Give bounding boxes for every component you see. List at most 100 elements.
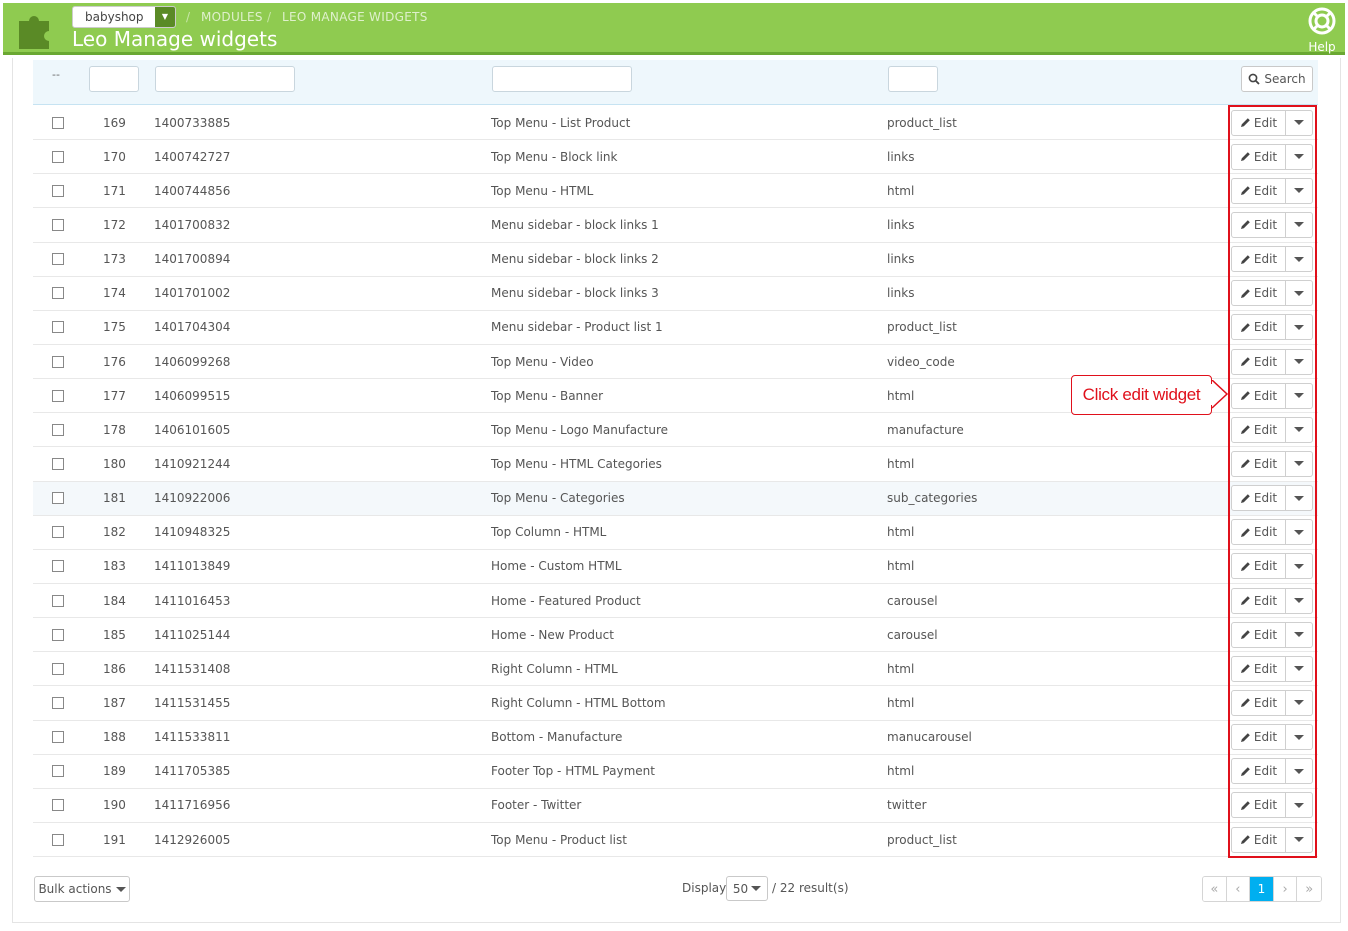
cell-key: 1411531455 (154, 695, 231, 710)
cell-type: video_code (887, 354, 955, 369)
row-checkbox[interactable] (52, 526, 64, 539)
cell-key: 1401700832 (154, 217, 231, 232)
shop-selector[interactable]: babyshop ▼ (72, 6, 176, 28)
cell-name: Right Column - HTML Bottom (491, 695, 666, 710)
cell-id: 184 (103, 593, 126, 608)
filter-dash: -- (52, 68, 60, 81)
next-page-icon[interactable]: › (1273, 877, 1298, 901)
pagination: « ‹ 1 › » (1202, 876, 1322, 902)
cell-type: links (887, 286, 915, 301)
row-checkbox[interactable] (52, 423, 64, 436)
help-button[interactable]: Help (1305, 7, 1339, 54)
cell-name: Top Menu - Logo Manufacture (491, 422, 669, 437)
cell-type: sub_categories (887, 491, 978, 506)
widget-table: 169 1400733885 Top Menu - List Product prod… (33, 106, 1318, 858)
row-checkbox[interactable] (52, 150, 64, 163)
row-checkbox[interactable] (52, 321, 64, 334)
filter-type-input[interactable] (888, 66, 938, 92)
cell-type: html (887, 388, 915, 403)
cell-type: html (887, 525, 915, 540)
per-page-select[interactable]: 50 (726, 876, 768, 901)
cell-id: 172 (103, 217, 126, 232)
breadcrumb-modules[interactable]: MODULES (201, 10, 263, 24)
cell-id: 170 (103, 149, 126, 164)
cell-name: Top Menu - Video (491, 354, 594, 369)
cell-type: html (887, 661, 915, 676)
row-checkbox[interactable] (52, 731, 64, 744)
breadcrumb-current: LEO MANAGE WIDGETS (282, 10, 428, 24)
row-checkbox[interactable] (52, 184, 64, 197)
cell-type: twitter (887, 798, 927, 813)
cell-id: 188 (103, 730, 126, 745)
cell-id: 187 (103, 695, 126, 710)
table-row: 174 1401701002 Menu sidebar - block links … (33, 277, 1318, 311)
cell-key: 1410948325 (154, 525, 231, 540)
cell-id: 177 (103, 388, 126, 403)
cell-key: 1400744856 (154, 183, 231, 198)
table-row: 184 1411016453 Home - Featured Product caro… (33, 584, 1318, 619)
row-checkbox[interactable] (52, 355, 64, 368)
cell-name: Footer - Twitter (491, 798, 582, 813)
filter-id-input[interactable] (89, 66, 139, 92)
cell-type: links (887, 149, 915, 164)
shop-name: babyshop (85, 10, 144, 24)
page-number[interactable]: 1 (1250, 877, 1274, 901)
cell-type: links (887, 217, 915, 232)
row-checkbox[interactable] (52, 696, 64, 709)
cell-type: html (887, 695, 915, 710)
row-checkbox[interactable] (52, 765, 64, 778)
cell-id: 169 (103, 115, 126, 130)
table-row: 178 1406101605 Top Menu - Logo Manufacture… (33, 413, 1318, 448)
cell-id: 171 (103, 183, 126, 198)
cell-type: product_list (887, 320, 957, 335)
display-label: Display (682, 881, 727, 895)
cell-id: 190 (103, 798, 126, 813)
row-checkbox[interactable] (52, 594, 64, 607)
cell-key: 1411705385 (154, 764, 231, 779)
lifebuoy-icon (1308, 7, 1336, 35)
table-row: 169 1400733885 Top Menu - List Product prod… (33, 106, 1318, 141)
cell-name: Top Menu - Categories (491, 491, 625, 506)
cell-name: Menu sidebar - block links 3 (491, 286, 659, 301)
row-checkbox[interactable] (52, 218, 64, 231)
bulk-actions-button[interactable]: Bulk actions (34, 876, 130, 902)
cell-key: 1401704304 (154, 320, 231, 335)
table-row: 181 1410922006 Top Menu - Categories sub_ca… (33, 481, 1318, 516)
last-page-icon[interactable]: » (1297, 877, 1321, 901)
table-row: 186 1411531408 Right Column - HTML html Edit (33, 652, 1318, 687)
row-checkbox[interactable] (52, 628, 64, 641)
table-row: 190 1411716956 Footer - Twitter twitter Edit (33, 789, 1318, 823)
table-row: 175 1401704304 Menu sidebar - Product list… (33, 311, 1318, 345)
search-button[interactable]: Search (1241, 66, 1313, 92)
cell-type: carousel (887, 627, 938, 642)
filter-key-input[interactable] (155, 66, 295, 92)
first-page-icon[interactable]: « (1203, 877, 1227, 901)
cell-type: manufacture (887, 422, 964, 437)
table-row: 172 1401700832 Menu sidebar - block links … (33, 208, 1318, 243)
row-checkbox[interactable] (52, 833, 64, 846)
row-checkbox[interactable] (52, 116, 64, 129)
page-title: Leo Manage widgets (72, 27, 278, 51)
cell-id: 191 (103, 832, 126, 847)
cell-key: 1411013849 (154, 559, 231, 574)
cell-type: manucarousel (887, 730, 972, 745)
row-checkbox[interactable] (52, 662, 64, 675)
table-row: 180 1410921244 Top Menu - HTML Categories h… (33, 447, 1318, 482)
filter-name-input[interactable] (492, 66, 632, 92)
row-checkbox[interactable] (52, 457, 64, 470)
table-row: 187 1411531455 Right Column - HTML Bottom h… (33, 686, 1318, 721)
row-checkbox[interactable] (52, 287, 64, 300)
prev-page-icon[interactable]: ‹ (1226, 877, 1251, 901)
cell-type: html (887, 559, 915, 574)
cell-key: 1411533811 (154, 730, 231, 745)
results-count: / 22 result(s) (772, 881, 849, 895)
row-checkbox[interactable] (52, 560, 64, 573)
row-checkbox[interactable] (52, 799, 64, 812)
row-checkbox[interactable] (52, 492, 64, 505)
caret-down-icon (115, 886, 126, 892)
row-checkbox[interactable] (52, 389, 64, 402)
callout-arrow-icon (1205, 380, 1229, 409)
row-checkbox[interactable] (52, 253, 64, 266)
cell-name: Footer Top - HTML Payment (491, 764, 655, 779)
cell-type: product_list (887, 832, 957, 847)
